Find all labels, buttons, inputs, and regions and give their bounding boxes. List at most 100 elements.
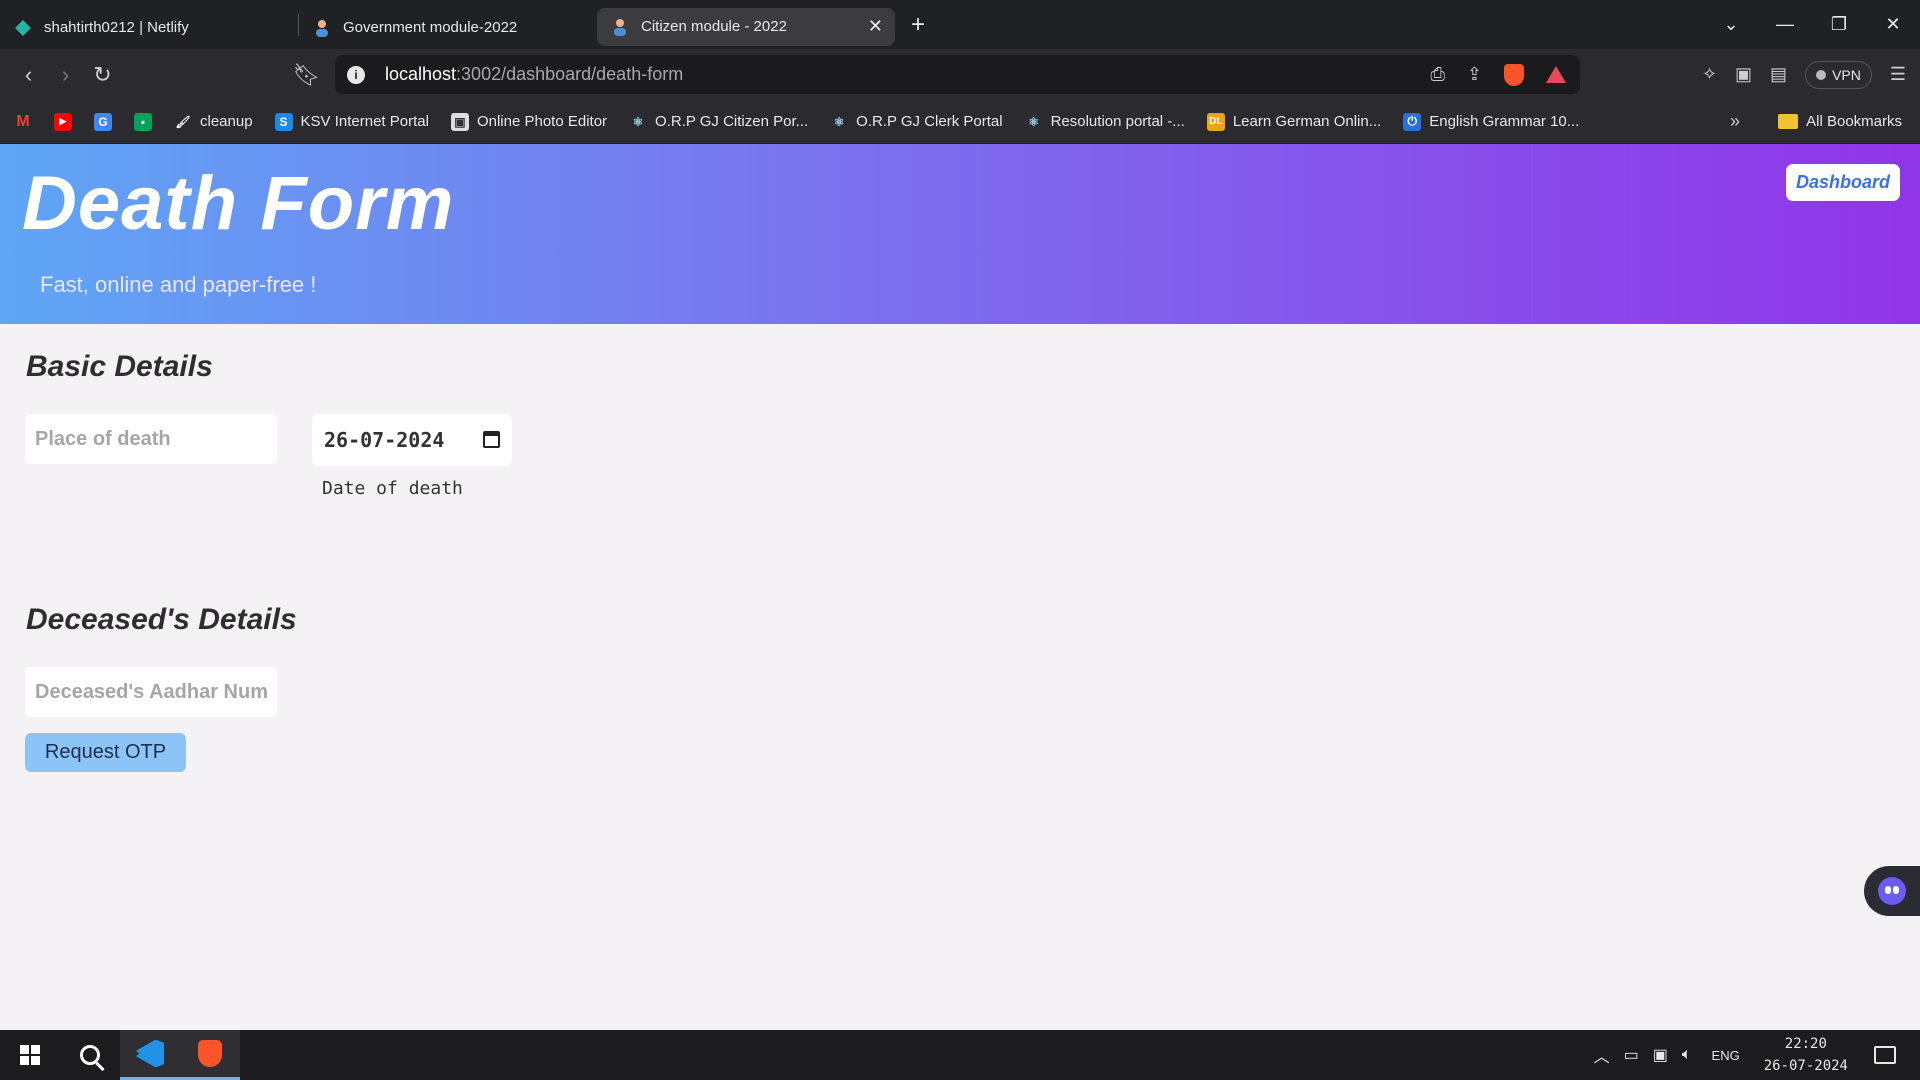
deceased-details-heading: Deceased's Details xyxy=(26,603,297,636)
bookmark-translate[interactable]: G xyxy=(94,112,112,131)
more-bookmarks-icon[interactable]: » xyxy=(1730,111,1740,132)
sidebar-icon[interactable]: ▣ xyxy=(1735,64,1752,85)
vpn-status-icon xyxy=(1816,69,1827,80)
bookmark-label: KSV Internet Portal xyxy=(300,113,429,130)
all-bookmarks-button[interactable]: All Bookmarks xyxy=(1778,113,1902,130)
date-of-death-label: Date of death xyxy=(322,478,463,499)
vpn-label: VPN xyxy=(1832,66,1861,83)
dl-icon: DL xyxy=(1206,112,1225,131)
browser-tab-bar: shahtirth0212 | Netlify Government modul… xyxy=(0,0,1920,49)
react-icon: ⚛ xyxy=(833,114,845,129)
page-title: Death Form xyxy=(22,161,455,246)
bookmark-icon[interactable]: 🔖︎ xyxy=(288,62,325,88)
share-icon[interactable]: ⇪ xyxy=(1467,64,1482,85)
netlify-icon xyxy=(14,19,32,37)
bookmark-label: cleanup xyxy=(200,113,253,130)
forward-icon[interactable]: › xyxy=(47,62,84,88)
back-icon[interactable]: ‹ xyxy=(10,62,47,88)
bookmark-label: Resolution portal -... xyxy=(1050,113,1185,130)
chat-assistant-button[interactable] xyxy=(1864,866,1920,916)
bookmark-ksv[interactable]: S KSV Internet Portal xyxy=(274,112,429,131)
meet-icon: ▪ xyxy=(134,112,152,131)
bookmark-cleanup[interactable]: 🖌︎ cleanup xyxy=(174,113,253,131)
vscode-taskbar-app[interactable] xyxy=(120,1030,180,1080)
date-of-death-input[interactable]: 26-07-2024 xyxy=(312,414,512,466)
window-controls: ⌄ — ❐ ✕ xyxy=(1704,0,1920,49)
tab-netlify[interactable]: shahtirth0212 | Netlify xyxy=(0,9,298,47)
search-button[interactable] xyxy=(60,1030,120,1080)
bookmark-gmail[interactable]: M xyxy=(14,113,32,131)
minimize-icon[interactable]: — xyxy=(1758,14,1812,35)
chevron-up-icon[interactable]: ︿ xyxy=(1594,1043,1610,1067)
brave-taskbar-app[interactable] xyxy=(180,1030,240,1080)
network-icon[interactable]: ▣ xyxy=(1653,1045,1668,1065)
bookmark-learn-german[interactable]: DL Learn German Onlin... xyxy=(1206,112,1382,131)
assistant-icon xyxy=(1878,877,1906,905)
youtube-icon: ▶ xyxy=(54,112,72,131)
ksv-icon: S xyxy=(274,112,293,131)
tab-search-icon[interactable]: ⌄ xyxy=(1704,14,1758,35)
url-bar[interactable]: i localhost:3002/dashboard/death-form ⎙ … xyxy=(335,55,1580,94)
dashboard-button[interactable]: Dashboard xyxy=(1785,164,1900,201)
place-of-death-input[interactable] xyxy=(25,414,277,464)
restore-icon[interactable]: ❐ xyxy=(1812,14,1866,35)
power-icon: ⏻ xyxy=(1403,112,1422,131)
search-icon xyxy=(80,1045,100,1065)
user-icon xyxy=(313,19,331,37)
vpn-button[interactable]: VPN xyxy=(1805,60,1872,89)
all-bookmarks-label: All Bookmarks xyxy=(1806,113,1902,130)
aadhar-number-input[interactable] xyxy=(25,667,277,717)
system-tray: ︿ ▭ ▣ 🔈︎ ENG 22:20 26-07-2024 xyxy=(1594,1030,1920,1080)
volume-icon[interactable]: 🔈︎ xyxy=(1682,1046,1692,1064)
reload-icon[interactable]: ↻ xyxy=(84,62,121,88)
url-text: localhost:3002/dashboard/death-form xyxy=(385,64,684,84)
bookmark-orp-clerk[interactable]: ⚛ O.R.P GJ Clerk Portal xyxy=(830,113,1003,131)
bookmark-resolution-portal[interactable]: ⚛ Resolution portal -... xyxy=(1025,113,1185,131)
brave-rewards-icon[interactable] xyxy=(1546,66,1566,83)
extensions-icon[interactable]: ✧ xyxy=(1702,64,1717,85)
tab-label: shahtirth0212 | Netlify xyxy=(44,19,189,36)
clock-date: 26-07-2024 xyxy=(1763,1058,1848,1074)
menu-icon[interactable]: ☰ xyxy=(1890,64,1906,85)
folder-icon xyxy=(1778,114,1799,129)
clock-time: 22:20 xyxy=(1784,1036,1827,1052)
tab-citizen-module[interactable]: Citizen module - 2022 ✕ xyxy=(597,7,895,46)
bookmark-label: English Grammar 10... xyxy=(1429,113,1580,130)
bookmark-label: Online Photo Editor xyxy=(476,113,608,130)
bookmark-label: Learn German Onlin... xyxy=(1232,113,1382,130)
bookmark-orp-citizen[interactable]: ⚛ O.R.P GJ Citizen Por... xyxy=(629,113,809,131)
brave-shields-icon[interactable] xyxy=(1504,63,1524,86)
date-value: 26-07-2024 xyxy=(324,428,445,452)
wallet-icon[interactable]: ▤ xyxy=(1770,64,1787,85)
close-tab-icon[interactable]: ✕ xyxy=(868,16,883,37)
bookmark-photo-editor[interactable]: ▣ Online Photo Editor xyxy=(450,112,608,131)
notification-icon[interactable] xyxy=(1874,1046,1896,1064)
request-otp-button[interactable]: Request OTP xyxy=(25,733,186,772)
clock[interactable]: 22:20 26-07-2024 xyxy=(1764,1033,1848,1077)
calendar-icon[interactable] xyxy=(483,431,500,448)
site-info-icon[interactable]: i xyxy=(347,65,365,84)
tab-label: Citizen module - 2022 xyxy=(641,18,787,35)
photo-editor-icon: ▣ xyxy=(450,112,469,131)
gmail-icon: M xyxy=(16,112,30,130)
install-app-icon[interactable]: ⎙ xyxy=(1431,64,1445,85)
tab-government-module[interactable]: Government module-2022 xyxy=(299,9,597,47)
bookmark-label: O.R.P GJ Clerk Portal xyxy=(856,113,1003,130)
tab-label: Government module-2022 xyxy=(343,19,518,36)
windows-icon xyxy=(20,1045,40,1065)
google-translate-icon: G xyxy=(94,112,112,131)
start-button[interactable] xyxy=(0,1030,60,1080)
bookmark-youtube[interactable]: ▶ xyxy=(54,112,72,131)
user-icon xyxy=(611,18,629,36)
language-indicator[interactable]: ENG xyxy=(1712,1048,1740,1063)
bookmark-meet[interactable]: ▪ xyxy=(134,112,152,131)
close-window-icon[interactable]: ✕ xyxy=(1866,14,1920,35)
new-tab-icon[interactable]: + xyxy=(911,11,925,39)
page-subtitle: Fast, online and paper-free ! xyxy=(40,272,317,297)
bookmark-english-grammar[interactable]: ⏻ English Grammar 10... xyxy=(1403,112,1580,131)
bookmarks-bar: M ▶ G ▪ 🖌︎ cleanup S KSV Internet Portal ▣… xyxy=(0,100,1920,144)
battery-icon[interactable]: ▭ xyxy=(1624,1045,1639,1065)
brave-icon xyxy=(198,1040,222,1067)
basic-details-heading: Basic Details xyxy=(26,350,213,383)
bookmark-label: O.R.P GJ Citizen Por... xyxy=(655,113,809,130)
